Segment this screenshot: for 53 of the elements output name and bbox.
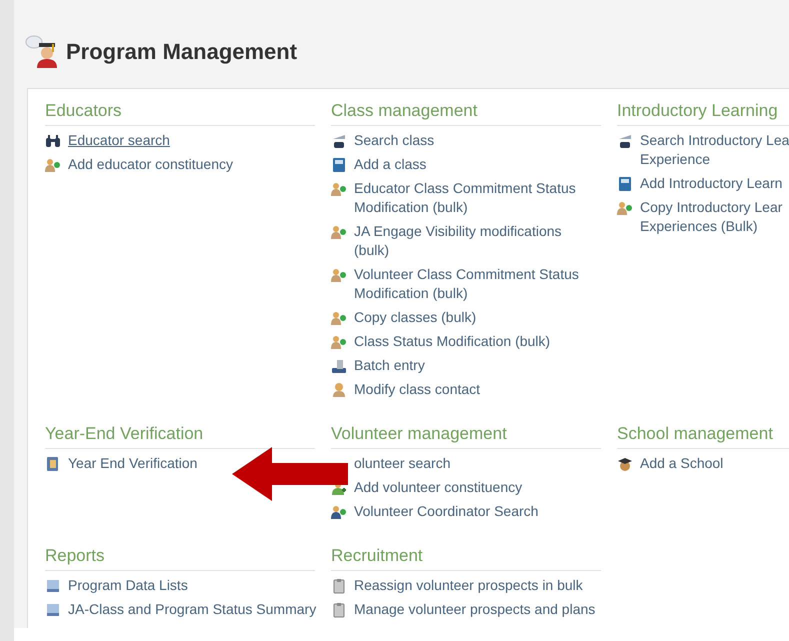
people-icon — [331, 310, 347, 326]
page-title: Program Management — [66, 39, 298, 65]
section-heading: Year-End Verification — [45, 424, 315, 449]
people-icon — [45, 157, 61, 173]
graduation-cap-icon — [617, 456, 633, 472]
people-icon — [617, 200, 633, 216]
people-icon — [331, 334, 347, 350]
menu-link[interactable]: Volunteer Class Commitment Status Modification (bulk) — [354, 265, 579, 303]
book-icon — [617, 176, 633, 192]
people-icon — [331, 267, 347, 283]
menu-link[interactable]: Year End Verification — [68, 454, 198, 473]
section-heading: Volunteer management — [331, 424, 601, 449]
menu-link[interactable]: Educator Class Commitment Status Modification (bulk) — [354, 179, 576, 217]
menu-link[interactable]: Batch entry — [354, 356, 425, 375]
menu-link[interactable]: Volunteer Coordinator Search — [354, 502, 538, 521]
clipboard-icon — [331, 578, 347, 594]
menu-link[interactable]: olunteer search — [354, 454, 451, 473]
report-icon — [45, 578, 61, 594]
section-heading: Educators — [45, 101, 315, 126]
clipboard-icon — [331, 602, 347, 618]
menu-link[interactable]: Add Introductory Learn — [640, 174, 782, 193]
people-icon — [331, 224, 347, 240]
binoculars-icon — [45, 133, 61, 149]
menu-link[interactable]: Copy classes (bulk) — [354, 308, 476, 327]
menu-link[interactable]: Add a School — [640, 454, 724, 473]
menu-link[interactable]: JA Engage Visibility modifications (bulk) — [354, 222, 562, 260]
menu-link[interactable]: Class Status Modification (bulk) — [354, 332, 550, 351]
person-icon — [331, 382, 347, 398]
menu-link[interactable]: Add volunteer constituency — [354, 478, 522, 497]
graduate-icon — [24, 34, 60, 70]
menu-link[interactable]: Program Data Lists — [68, 576, 188, 595]
book-icon — [331, 157, 347, 173]
menu-link[interactable]: Add educator constituency — [68, 155, 233, 174]
section-heading: Recruitment — [331, 546, 601, 571]
menu-link[interactable]: Manage volunteer prospects and plans — [354, 600, 596, 619]
people-icon — [331, 181, 347, 197]
menu-link[interactable]: Add a class — [354, 155, 426, 174]
section-heading: Introductory Learning — [617, 101, 789, 126]
menu-link[interactable]: Search class — [354, 131, 434, 150]
section-heading: Reports — [45, 546, 315, 571]
stack-icon — [331, 358, 347, 374]
section-heading: School management — [617, 424, 789, 449]
search-icon — [617, 133, 633, 149]
menu-link[interactable]: Modify class contact — [354, 380, 480, 399]
menu-link[interactable]: Educator search — [68, 131, 170, 150]
document-icon — [45, 456, 61, 472]
menu-link[interactable]: Reassign volunteer prospects in bulk — [354, 576, 583, 595]
section-heading: Class management — [331, 101, 601, 126]
menu-link[interactable]: Copy Introductory Lear Experiences (Bulk) — [640, 198, 782, 236]
report-icon — [45, 602, 61, 618]
search-icon — [331, 133, 347, 149]
menu-link[interactable]: JA-Class and Program Status Summary — [68, 600, 316, 619]
people-icon — [331, 504, 347, 520]
